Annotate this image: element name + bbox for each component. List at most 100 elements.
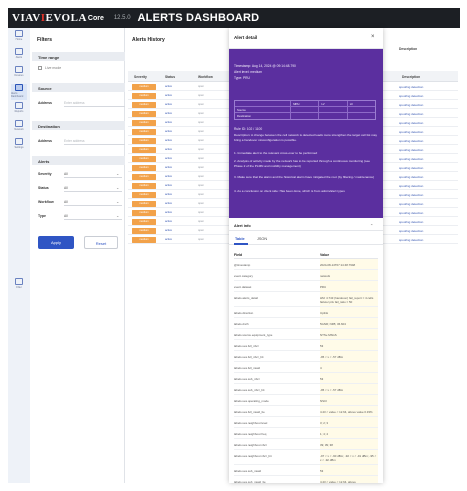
alert-info-header[interactable]: Alert info ⌃: [229, 221, 383, 231]
status-cell: active: [165, 211, 173, 214]
alert-description: Description: A change between the cell n…: [234, 133, 378, 142]
status-cell: active: [165, 202, 173, 205]
description-cell: spoofing detection: [399, 112, 424, 116]
field-name: labels.source.equipment_type: [234, 333, 273, 337]
field-value: 4: [320, 362, 378, 372]
workflow-cell: open: [198, 220, 204, 223]
field-name: labels.ues.sub_nbcr_bit: [234, 388, 265, 392]
field-name: labels.alerts_detail: [234, 296, 258, 300]
column-status[interactable]: Status: [165, 75, 175, 79]
alert-fields-table: Field Value @timestamp 2024-08-14T07:14:4…: [234, 250, 378, 483]
nav-item-devices[interactable]: Devices: [11, 66, 27, 82]
type-select[interactable]: All: [64, 211, 122, 220]
status-cell: active: [165, 184, 173, 187]
workflow-cell: open: [198, 193, 204, 196]
field-name: labels.dnch: [234, 322, 249, 326]
field-name: labels.ues.full_nsaid_lte: [234, 410, 265, 414]
field-value: -95 < x < -57 dBm: [320, 384, 378, 394]
field-row: labels.ues.sub_nsaid 53: [234, 465, 378, 476]
live-mode-checkbox[interactable]: Live mode: [38, 66, 61, 70]
status-cell: active: [165, 85, 173, 88]
endpoint-table: MPH LV HI Source Destination: [234, 100, 376, 120]
field-name: labels.ues.neighbour.nbcr_bit: [234, 454, 272, 458]
column-field: Field: [234, 253, 243, 257]
endpoint-row-destination: Destination: [235, 113, 375, 119]
description-cell: spoofing detection: [399, 121, 424, 125]
workflow-cell: open: [198, 184, 204, 187]
field-name: event.dataset: [234, 285, 252, 289]
viavi-logo: VIAVIEVOLA: [12, 12, 87, 24]
column-workflow[interactable]: Workflow: [198, 75, 213, 79]
nav-item-reports[interactable]: Reports: [11, 102, 27, 118]
remediation-step: 3. Make sure that the alarm and the hist…: [234, 175, 375, 179]
nav-item-alerts[interactable]: Alerts: [11, 48, 27, 64]
workflow-cell: open: [198, 130, 204, 133]
field-name: labels.ues.neighbour.level: [234, 421, 268, 425]
chevron-up-icon: ⌃: [370, 223, 374, 228]
field-row: labels.ues.sub_nsaid_lte 4.43 < value < 1…: [234, 476, 378, 483]
description-cell: spoofing detection: [399, 85, 424, 89]
status-cell: active: [165, 112, 173, 115]
apply-button[interactable]: Apply: [38, 236, 74, 249]
status-select[interactable]: All: [64, 183, 122, 192]
workflow-cell: open: [198, 112, 204, 115]
remediation-step: 4. As a conclusion on client side: Has b…: [234, 189, 345, 193]
product-name: Core: [87, 14, 104, 22]
alerts-icon: [15, 48, 23, 55]
workflow-cell: open: [198, 148, 204, 151]
workflow-select[interactable]: All: [64, 197, 122, 206]
workflow-cell: open: [198, 121, 204, 124]
version-label: 12.5.0: [113, 15, 131, 21]
field-row: labels.alerts_detail HM: 4.743 (handover)…: [234, 292, 378, 307]
description-cell: spoofing detection: [399, 202, 424, 206]
devices-icon: [15, 66, 23, 73]
severity-badge: medium: [132, 183, 156, 189]
status-cell: active: [165, 103, 173, 106]
field-row: labels.ues.full_nsaid 4: [234, 362, 378, 373]
description-cell: spoofing detection: [399, 238, 424, 242]
tab-json[interactable]: JSON: [257, 237, 267, 241]
status-cell: active: [165, 193, 173, 196]
field-name: labels.ues.neighbour.nbcr: [234, 443, 267, 447]
nav-item-filter[interactable]: Filter: [11, 278, 27, 294]
nav-item-network[interactable]: Network: [11, 120, 27, 136]
field-value: -95 < x < -57 dBm: [320, 351, 378, 361]
field-value: 53: [320, 340, 378, 350]
field-row: labels.ues.sub_nbcr 53: [234, 373, 378, 384]
nav-item-settings[interactable]: Settings: [11, 138, 27, 154]
field-name: labels.ues.operating_mode: [234, 399, 269, 403]
filters-panel: Filters Time range Live mode Source Addr…: [30, 28, 152, 483]
field-value: 53: [320, 465, 378, 475]
severity-badge: medium: [132, 111, 156, 117]
chevron-down-icon: ⌄: [116, 185, 120, 190]
description-column-header: Description: [399, 47, 418, 51]
close-icon[interactable]: ×: [371, 34, 375, 40]
status-cell: active: [165, 166, 173, 169]
status-cell: active: [165, 148, 173, 151]
field-value: Uplink: [320, 307, 378, 317]
rule-id: Rule ID: 102 / 1100: [234, 127, 263, 131]
reports-icon: [15, 102, 23, 109]
filters-title: Filters: [37, 37, 53, 43]
severity-badge: medium: [132, 201, 156, 207]
chevron-down-icon: ⌄: [116, 171, 120, 176]
field-value: 4.43 < value < 12.64, above value 0.33%: [320, 406, 378, 416]
alerts-history-title: Alerts History: [132, 37, 165, 43]
column-severity[interactable]: Severity: [134, 75, 147, 79]
tab-table[interactable]: Table: [235, 237, 245, 241]
field-value: -97 < x < -90 dBm; -92 < x < -91 dBm; -9…: [320, 450, 378, 464]
field-value: 53: [320, 373, 378, 383]
workflow-cell: open: [198, 157, 204, 160]
nav-item-alerts-dashboard[interactable]: Alerts Dashboard: [11, 84, 27, 100]
field-row: event.category network: [234, 270, 378, 281]
field-value: PRU: [320, 281, 378, 291]
severity-badge: medium: [132, 210, 156, 216]
field-name: labels.direction: [234, 311, 254, 315]
status-cell: active: [165, 157, 173, 160]
column-description[interactable]: Description: [402, 75, 420, 79]
reset-button[interactable]: Reset: [84, 236, 118, 249]
severity-select[interactable]: All: [64, 169, 122, 178]
nav-item-home[interactable]: Home: [11, 30, 27, 46]
field-value: NSCI: [320, 395, 378, 405]
workflow-cell: open: [198, 94, 204, 97]
